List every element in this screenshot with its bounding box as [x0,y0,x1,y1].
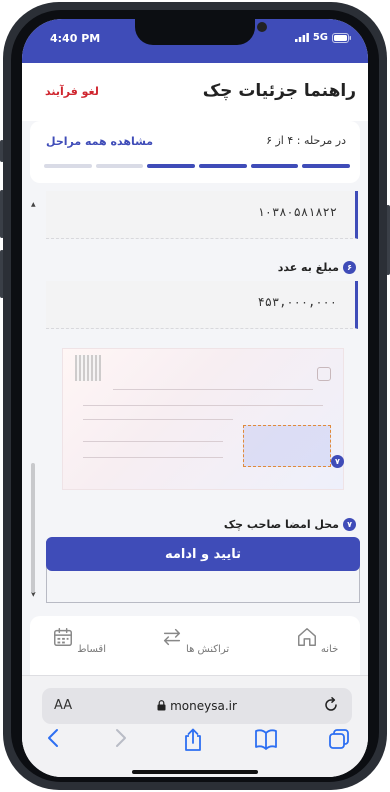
step-progress-bar [44,164,351,168]
nav-item-installments[interactable]: اقساط [44,626,114,655]
app-body: راهنما جزئیات چک لغو فرآیند در مرحله : ۴… [22,63,368,678]
amount-label: مبلغ به عدد [277,261,339,274]
url-text: moneysa.ir [170,699,237,713]
nav-item-transactions[interactable]: تراکنش ها [160,626,230,655]
amount-field[interactable]: ۴۵۳,۰۰۰,۰۰۰ [46,281,358,329]
forward-icon[interactable] [114,728,128,748]
back-icon[interactable] [46,728,60,748]
phone-mockup: 4:40 PM 5G راهنما جزئیات چک لغو فرآیند د… [0,0,390,792]
transactions-icon [163,628,180,646]
signature-area-highlight [243,425,331,467]
signature-step-badge: ۷ [343,518,356,531]
cheque-qr-code [75,355,101,381]
progress-segment [95,164,144,168]
progress-segment [250,164,299,168]
step-progress-card: در مرحله : ۴ از ۶ مشاهده همه مراحل [30,121,360,183]
home-icon [297,628,316,646]
status-bar: 4:40 PM 5G [22,19,368,63]
progress-segment [302,164,351,168]
front-camera [257,22,267,32]
signal-icon [294,33,309,42]
url-display[interactable]: moneysa.ir [42,699,352,713]
signature-label-row: ۷ محل امضا صاحب چک [224,518,356,531]
battery-icon [332,32,351,43]
nav-label-installments: اقساط [77,644,106,655]
progress-segment [147,164,196,168]
home-indicator [132,770,258,774]
address-bar[interactable]: AA moneysa.ir [42,688,352,724]
browser-toolbar: AA moneysa.ir [22,675,368,777]
page-title: راهنما جزئیات چک [202,81,356,101]
cancel-process-link[interactable]: لغو فرآیند [45,85,99,98]
progress-segment [199,164,247,168]
reload-icon[interactable] [322,696,340,714]
bookmarks-icon[interactable] [254,728,278,750]
scrollbar-thumb[interactable] [31,463,35,593]
bank-logo-icon [317,367,331,381]
amount-step-badge: ۶ [343,261,356,274]
status-time: 4:40 PM [50,32,101,45]
share-icon[interactable] [182,728,204,752]
amount-value: ۴۵۳,۰۰۰,۰۰۰ [257,295,337,309]
bottom-navigation: خانه تراکنش ها اقساط [30,616,360,678]
status-indicators: 5G [294,32,352,43]
lock-icon [157,700,166,711]
account-number-value: ۱۰۳۸۰۵۸۱۸۲۲ [257,205,337,219]
confirm-continue-button[interactable]: تایید و ادامه [46,537,360,571]
phone-screen: 4:40 PM 5G راهنما جزئیات چک لغو فرآیند د… [22,19,368,777]
browser-tools [22,728,368,756]
view-all-steps-link[interactable]: مشاهده همه مراحل [46,135,153,148]
nav-item-home[interactable]: خانه [282,626,352,655]
scroll-up-arrow[interactable]: ▲ [31,201,36,208]
installments-icon [54,628,72,646]
signature-label: محل امضا صاحب چک [223,518,339,531]
amount-label-row: ۶ مبلغ به عدد [278,261,356,274]
step-indicator: در مرحله : ۴ از ۶ [266,134,346,147]
nav-label-home: خانه [320,644,339,655]
account-number-field[interactable]: ۱۰۳۸۰۵۸۱۸۲۲ [46,191,358,239]
nav-label-transactions: تراکنش ها [186,644,230,655]
progress-segment [44,164,92,168]
app-header: راهنما جزئیات چک لغو فرآیند [22,63,368,121]
cheque-step-badge: ۷ [331,455,344,468]
network-label: 5G [312,32,328,43]
tabs-icon[interactable] [328,728,350,750]
cheque-image [62,348,344,490]
notch [135,19,267,45]
